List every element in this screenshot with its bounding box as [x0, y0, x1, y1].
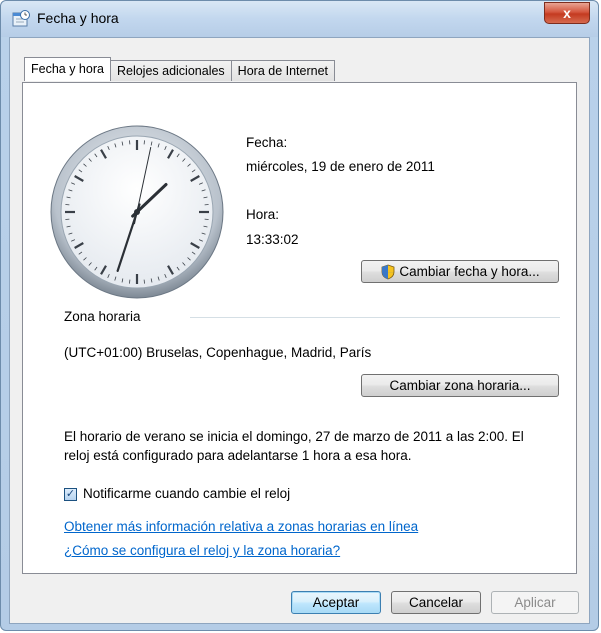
apply-button-label: Aplicar — [514, 595, 556, 610]
dialog-client-area: Fecha y hora Relojes adicionales Hora de… — [9, 37, 590, 624]
tab-panel: Fecha: miércoles, 19 de enero de 2011 Ho… — [22, 82, 577, 574]
ok-button-label: Aceptar — [312, 595, 360, 610]
notify-label[interactable]: Notificarme cuando cambie el reloj — [83, 486, 290, 501]
dst-description: El horario de verano se inicia el doming… — [64, 427, 584, 465]
apply-button[interactable]: Aplicar — [491, 591, 579, 614]
more-info-link[interactable]: Obtener más información relativa a zonas… — [64, 519, 418, 534]
how-to-link[interactable]: ¿Cómo se configura el reloj y la zona ho… — [64, 543, 340, 558]
change-datetime-button[interactable]: Cambiar fecha y hora... — [361, 260, 559, 283]
dst-text-line-2: reloj está configurado para adelantarse … — [64, 448, 412, 463]
change-datetime-label: Cambiar fecha y hora... — [399, 264, 540, 279]
tab-internet-time[interactable]: Hora de Internet — [230, 60, 336, 81]
time-value: 13:33:02 — [246, 232, 299, 247]
tab-strip: Fecha y hora Relojes adicionales Hora de… — [24, 57, 336, 81]
time-label: Hora: — [246, 207, 280, 222]
notify-checkbox[interactable]: ✓ — [64, 488, 77, 501]
date-time-icon — [12, 10, 30, 27]
title-bar[interactable]: Fecha y hora x — [1, 1, 598, 37]
date-time-dialog: Fecha y hora x Fecha y hora Relojes adic… — [0, 0, 599, 631]
timezone-group-divider — [190, 317, 560, 318]
cancel-button[interactable]: Cancelar — [391, 591, 481, 614]
analog-clock — [50, 125, 224, 299]
date-value: miércoles, 19 de enero de 2011 — [246, 159, 435, 174]
tab-additional-clocks[interactable]: Relojes adicionales — [109, 60, 232, 81]
date-label: Fecha: — [246, 135, 288, 150]
checkmark-icon: ✓ — [65, 488, 76, 500]
timezone-group-label: Zona horaria — [64, 309, 141, 324]
ok-button[interactable]: Aceptar — [291, 591, 381, 614]
close-icon: x — [563, 5, 571, 21]
change-timezone-label: Cambiar zona horaria... — [389, 378, 531, 393]
dst-text-line-1: El horario de verano se inicia el doming… — [64, 429, 524, 444]
tab-date-time[interactable]: Fecha y hora — [24, 57, 111, 81]
timezone-value: (UTC+01:00) Bruselas, Copenhague, Madrid… — [64, 345, 372, 360]
window-title: Fecha y hora — [37, 10, 119, 26]
clock-center — [134, 209, 140, 215]
change-timezone-button[interactable]: Cambiar zona horaria... — [361, 374, 559, 397]
cancel-button-label: Cancelar — [408, 595, 464, 610]
uac-shield-icon — [381, 264, 395, 279]
close-button[interactable]: x — [544, 2, 590, 24]
